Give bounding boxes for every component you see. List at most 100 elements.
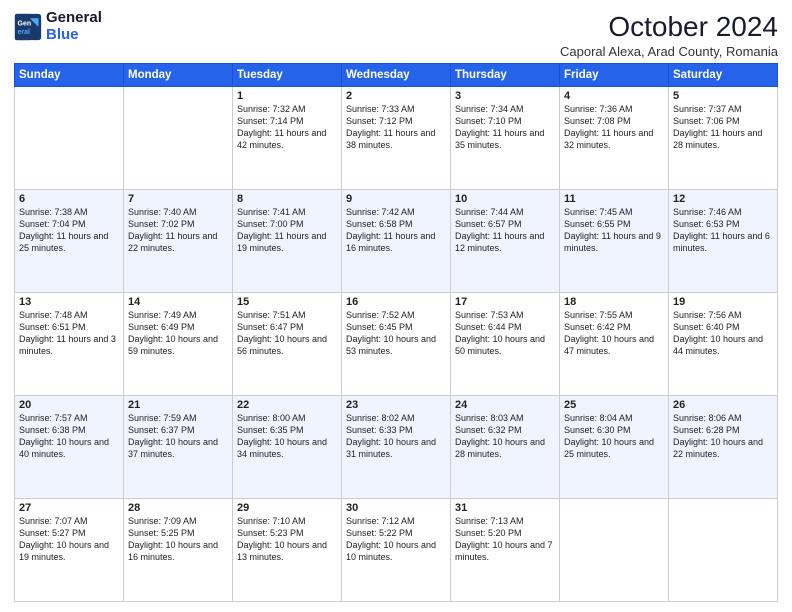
day-number: 2 <box>346 90 446 102</box>
day-number: 14 <box>128 296 228 308</box>
day-number: 23 <box>346 399 446 411</box>
day-number: 1 <box>237 90 337 102</box>
weekday-header-row: SundayMondayTuesdayWednesdayThursdayFrid… <box>15 63 778 86</box>
day-details: Sunrise: 7:07 AM Sunset: 5:27 PM Dayligh… <box>19 515 119 564</box>
day-cell: 10Sunrise: 7:44 AM Sunset: 6:57 PM Dayli… <box>451 189 560 292</box>
day-details: Sunrise: 7:56 AM Sunset: 6:40 PM Dayligh… <box>673 309 773 358</box>
day-number: 6 <box>19 193 119 205</box>
day-details: Sunrise: 7:57 AM Sunset: 6:38 PM Dayligh… <box>19 412 119 461</box>
week-row-5: 27Sunrise: 7:07 AM Sunset: 5:27 PM Dayli… <box>15 498 778 601</box>
day-number: 4 <box>564 90 664 102</box>
day-number: 3 <box>455 90 555 102</box>
day-details: Sunrise: 7:37 AM Sunset: 7:06 PM Dayligh… <box>673 103 773 152</box>
day-details: Sunrise: 8:02 AM Sunset: 6:33 PM Dayligh… <box>346 412 446 461</box>
main-title: October 2024 <box>560 10 778 44</box>
day-cell: 21Sunrise: 7:59 AM Sunset: 6:37 PM Dayli… <box>124 395 233 498</box>
header: Gen eral General Blue October 2024 Capor… <box>14 10 778 59</box>
day-cell <box>124 86 233 189</box>
day-details: Sunrise: 7:51 AM Sunset: 6:47 PM Dayligh… <box>237 309 337 358</box>
day-number: 15 <box>237 296 337 308</box>
day-details: Sunrise: 7:32 AM Sunset: 7:14 PM Dayligh… <box>237 103 337 152</box>
day-cell: 18Sunrise: 7:55 AM Sunset: 6:42 PM Dayli… <box>560 292 669 395</box>
day-cell: 19Sunrise: 7:56 AM Sunset: 6:40 PM Dayli… <box>669 292 778 395</box>
day-details: Sunrise: 7:59 AM Sunset: 6:37 PM Dayligh… <box>128 412 228 461</box>
day-details: Sunrise: 8:03 AM Sunset: 6:32 PM Dayligh… <box>455 412 555 461</box>
logo: Gen eral General Blue <box>14 10 102 43</box>
day-cell: 13Sunrise: 7:48 AM Sunset: 6:51 PM Dayli… <box>15 292 124 395</box>
day-number: 28 <box>128 502 228 514</box>
page: Gen eral General Blue October 2024 Capor… <box>0 0 792 612</box>
day-number: 8 <box>237 193 337 205</box>
day-cell <box>560 498 669 601</box>
day-number: 19 <box>673 296 773 308</box>
svg-text:Gen: Gen <box>18 20 32 27</box>
day-cell: 9Sunrise: 7:42 AM Sunset: 6:58 PM Daylig… <box>342 189 451 292</box>
day-details: Sunrise: 8:06 AM Sunset: 6:28 PM Dayligh… <box>673 412 773 461</box>
day-details: Sunrise: 7:40 AM Sunset: 7:02 PM Dayligh… <box>128 206 228 255</box>
day-cell: 5Sunrise: 7:37 AM Sunset: 7:06 PM Daylig… <box>669 86 778 189</box>
day-cell: 17Sunrise: 7:53 AM Sunset: 6:44 PM Dayli… <box>451 292 560 395</box>
day-details: Sunrise: 8:00 AM Sunset: 6:35 PM Dayligh… <box>237 412 337 461</box>
day-number: 20 <box>19 399 119 411</box>
day-number: 29 <box>237 502 337 514</box>
day-cell: 29Sunrise: 7:10 AM Sunset: 5:23 PM Dayli… <box>233 498 342 601</box>
day-details: Sunrise: 7:13 AM Sunset: 5:20 PM Dayligh… <box>455 515 555 564</box>
day-number: 12 <box>673 193 773 205</box>
logo-text: General Blue <box>46 10 102 43</box>
day-cell: 7Sunrise: 7:40 AM Sunset: 7:02 PM Daylig… <box>124 189 233 292</box>
week-row-4: 20Sunrise: 7:57 AM Sunset: 6:38 PM Dayli… <box>15 395 778 498</box>
day-cell: 3Sunrise: 7:34 AM Sunset: 7:10 PM Daylig… <box>451 86 560 189</box>
weekday-friday: Friday <box>560 63 669 86</box>
day-details: Sunrise: 7:45 AM Sunset: 6:55 PM Dayligh… <box>564 206 664 255</box>
day-details: Sunrise: 7:55 AM Sunset: 6:42 PM Dayligh… <box>564 309 664 358</box>
day-details: Sunrise: 7:12 AM Sunset: 5:22 PM Dayligh… <box>346 515 446 564</box>
day-details: Sunrise: 7:10 AM Sunset: 5:23 PM Dayligh… <box>237 515 337 564</box>
svg-text:eral: eral <box>18 29 31 36</box>
day-details: Sunrise: 7:36 AM Sunset: 7:08 PM Dayligh… <box>564 103 664 152</box>
day-cell: 28Sunrise: 7:09 AM Sunset: 5:25 PM Dayli… <box>124 498 233 601</box>
calendar-table: SundayMondayTuesdayWednesdayThursdayFrid… <box>14 63 778 602</box>
day-details: Sunrise: 7:38 AM Sunset: 7:04 PM Dayligh… <box>19 206 119 255</box>
day-number: 26 <box>673 399 773 411</box>
day-cell: 2Sunrise: 7:33 AM Sunset: 7:12 PM Daylig… <box>342 86 451 189</box>
day-cell: 30Sunrise: 7:12 AM Sunset: 5:22 PM Dayli… <box>342 498 451 601</box>
day-details: Sunrise: 7:33 AM Sunset: 7:12 PM Dayligh… <box>346 103 446 152</box>
day-cell <box>15 86 124 189</box>
weekday-thursday: Thursday <box>451 63 560 86</box>
day-cell: 27Sunrise: 7:07 AM Sunset: 5:27 PM Dayli… <box>15 498 124 601</box>
weekday-sunday: Sunday <box>15 63 124 86</box>
day-cell: 26Sunrise: 8:06 AM Sunset: 6:28 PM Dayli… <box>669 395 778 498</box>
day-cell <box>669 498 778 601</box>
weekday-monday: Monday <box>124 63 233 86</box>
day-details: Sunrise: 7:49 AM Sunset: 6:49 PM Dayligh… <box>128 309 228 358</box>
day-cell: 6Sunrise: 7:38 AM Sunset: 7:04 PM Daylig… <box>15 189 124 292</box>
day-details: Sunrise: 7:41 AM Sunset: 7:00 PM Dayligh… <box>237 206 337 255</box>
day-details: Sunrise: 7:53 AM Sunset: 6:44 PM Dayligh… <box>455 309 555 358</box>
day-details: Sunrise: 7:46 AM Sunset: 6:53 PM Dayligh… <box>673 206 773 255</box>
day-number: 5 <box>673 90 773 102</box>
day-details: Sunrise: 8:04 AM Sunset: 6:30 PM Dayligh… <box>564 412 664 461</box>
day-number: 17 <box>455 296 555 308</box>
title-block: October 2024 Caporal Alexa, Arad County,… <box>560 10 778 59</box>
day-number: 25 <box>564 399 664 411</box>
week-row-3: 13Sunrise: 7:48 AM Sunset: 6:51 PM Dayli… <box>15 292 778 395</box>
day-cell: 14Sunrise: 7:49 AM Sunset: 6:49 PM Dayli… <box>124 292 233 395</box>
day-cell: 31Sunrise: 7:13 AM Sunset: 5:20 PM Dayli… <box>451 498 560 601</box>
weekday-saturday: Saturday <box>669 63 778 86</box>
day-cell: 22Sunrise: 8:00 AM Sunset: 6:35 PM Dayli… <box>233 395 342 498</box>
day-number: 27 <box>19 502 119 514</box>
logo-icon: Gen eral <box>14 13 42 41</box>
day-cell: 4Sunrise: 7:36 AM Sunset: 7:08 PM Daylig… <box>560 86 669 189</box>
day-cell: 20Sunrise: 7:57 AM Sunset: 6:38 PM Dayli… <box>15 395 124 498</box>
day-number: 31 <box>455 502 555 514</box>
week-row-2: 6Sunrise: 7:38 AM Sunset: 7:04 PM Daylig… <box>15 189 778 292</box>
day-number: 16 <box>346 296 446 308</box>
day-cell: 23Sunrise: 8:02 AM Sunset: 6:33 PM Dayli… <box>342 395 451 498</box>
day-cell: 25Sunrise: 8:04 AM Sunset: 6:30 PM Dayli… <box>560 395 669 498</box>
weekday-tuesday: Tuesday <box>233 63 342 86</box>
subtitle: Caporal Alexa, Arad County, Romania <box>560 44 778 59</box>
day-details: Sunrise: 7:42 AM Sunset: 6:58 PM Dayligh… <box>346 206 446 255</box>
day-cell: 24Sunrise: 8:03 AM Sunset: 6:32 PM Dayli… <box>451 395 560 498</box>
day-cell: 8Sunrise: 7:41 AM Sunset: 7:00 PM Daylig… <box>233 189 342 292</box>
day-details: Sunrise: 7:44 AM Sunset: 6:57 PM Dayligh… <box>455 206 555 255</box>
